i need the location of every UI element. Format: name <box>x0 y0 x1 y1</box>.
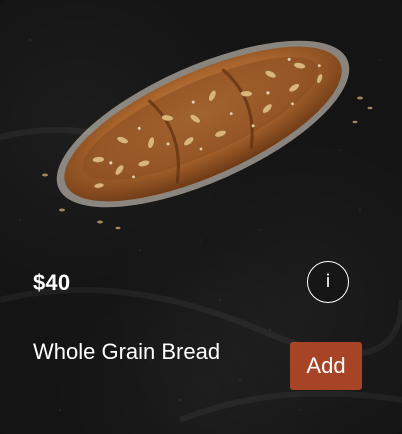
add-button[interactable]: Add <box>290 342 362 390</box>
info-icon: i <box>325 271 331 292</box>
info-button[interactable]: i <box>307 261 349 303</box>
product-name: Whole Grain Bread <box>33 339 221 364</box>
product-price: $40 <box>33 270 71 295</box>
product-card: $40 i Whole Grain Bread Add <box>0 0 402 434</box>
whole-grain-bread-image <box>42 40 373 230</box>
